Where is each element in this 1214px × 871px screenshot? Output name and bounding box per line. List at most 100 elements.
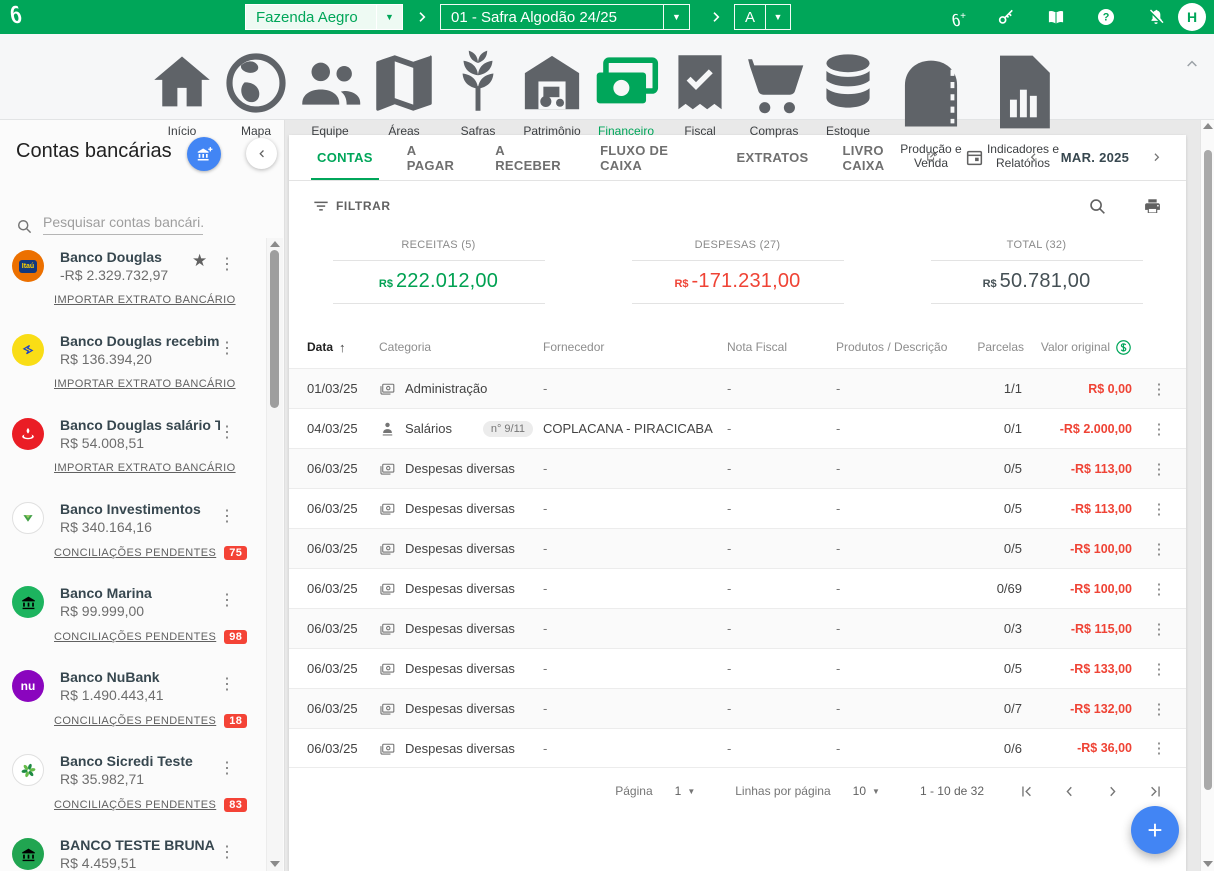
kebab-menu-icon[interactable]: ⋮ (219, 674, 235, 694)
import-statement-link[interactable]: IMPORTAR EXTRATO BANCÁRIO (54, 462, 236, 474)
kebab-menu-icon[interactable]: ⋮ (219, 842, 235, 862)
scroll-down-icon[interactable] (270, 861, 280, 867)
window-scrollbar[interactable] (1200, 120, 1214, 871)
kebab-menu-icon[interactable]: ⋮ (1132, 739, 1186, 757)
help-icon[interactable]: ? (1096, 7, 1116, 27)
table-row[interactable]: 06/03/25Despesas diversas---0/5-R$ 113,0… (289, 448, 1186, 488)
search-icon[interactable] (1088, 197, 1107, 216)
table-row[interactable]: 06/03/25Despesas diversas---0/69-R$ 100,… (289, 568, 1186, 608)
nav-item-money[interactable]: Financeiro (589, 46, 663, 171)
scrollbar-thumb[interactable] (1204, 150, 1212, 790)
first-page-icon[interactable] (1018, 783, 1035, 800)
cell-products: - (836, 501, 966, 516)
column-header: Nota Fiscal (727, 340, 836, 354)
kebab-menu-icon[interactable]: ⋮ (219, 506, 235, 526)
user-avatar[interactable]: H (1178, 3, 1206, 31)
table-row[interactable]: 01/03/25Administração---1/1R$ 0,00⋮ (289, 368, 1186, 408)
table-row[interactable]: 06/03/25Despesas diversas---0/5-R$ 100,0… (289, 528, 1186, 568)
next-page-icon[interactable] (1104, 783, 1121, 800)
category-name: Despesas diversas (405, 501, 515, 516)
kebab-menu-icon[interactable]: ⋮ (219, 590, 235, 610)
sort-ascending-icon[interactable]: ↑ (339, 340, 346, 355)
filter-button[interactable]: FILTRAR (313, 199, 391, 213)
page-select[interactable]: 1▼ (675, 784, 696, 798)
scrollbar-thumb[interactable] (270, 250, 279, 408)
cell-category: Despesas diversas (379, 460, 543, 477)
bank-account-item[interactable]: ItaúBanco Douglas-R$ 2.329.732,97★⋮IMPOR… (12, 244, 262, 328)
table-row[interactable]: 06/03/25Despesas diversas---0/6-R$ 36,00… (289, 728, 1186, 768)
pending-reconciliations-link[interactable]: CONCILIAÇÕES PENDENTES (54, 799, 216, 811)
nav-item-map[interactable]: Áreas (367, 46, 441, 171)
bank-account-item[interactable]: ill="#fff">BANCO TESTE BRUNAR$ 4.459,51⋮ (12, 832, 262, 871)
nav-item-receipt[interactable]: Fiscal (663, 46, 737, 171)
previous-page-icon[interactable] (1061, 783, 1078, 800)
book-icon[interactable] (1046, 7, 1066, 27)
nav-item-barn[interactable]: Patrimônio (515, 46, 589, 171)
nav-item-report[interactable]: Indicadores e Relatórios (977, 46, 1069, 171)
notifications-off-icon[interactable] (1146, 7, 1166, 27)
rows-per-page-select[interactable]: 10▼ (853, 784, 880, 798)
chevron-down-icon[interactable]: ▼ (765, 5, 790, 29)
bank-account-item[interactable]: Banco Douglas salário Ti...R$ 54.008,51⋮… (12, 412, 262, 496)
bank-account-item[interactable]: ill="#fff">Banco MarinaR$ 99.999,00⋮CONC… (12, 580, 262, 664)
kebab-menu-icon[interactable]: ⋮ (1132, 380, 1186, 398)
scroll-up-icon[interactable] (1203, 123, 1213, 129)
scroll-up-icon[interactable] (270, 241, 280, 247)
cell-invoice: - (727, 741, 836, 756)
nav-item-silo[interactable]: Produção e Venda (885, 46, 977, 171)
plot-selector[interactable]: A ▼ (734, 4, 791, 30)
bank-account-item[interactable]: Banco Douglas recebime...R$ 136.394,20⋮I… (12, 328, 262, 412)
kebab-menu-icon[interactable]: ⋮ (1132, 620, 1186, 638)
column-header-data[interactable]: Data↑ (307, 340, 379, 355)
nav-item-wheat[interactable]: Safras (441, 46, 515, 171)
import-statement-link[interactable]: IMPORTAR EXTRATO BANCÁRIO (54, 294, 236, 306)
sidebar-scrollbar[interactable] (266, 238, 283, 871)
import-statement-link[interactable]: IMPORTAR EXTRATO BANCÁRIO (54, 378, 236, 390)
table-row[interactable]: 04/03/25Saláriosn° 9/11COPLACANA - PIRAC… (289, 408, 1186, 448)
table-row[interactable]: 06/03/25Despesas diversas---0/5-R$ 113,0… (289, 488, 1186, 528)
table-row[interactable]: 06/03/25Despesas diversas---0/7-R$ 132,0… (289, 688, 1186, 728)
nav-item-people[interactable]: Equipe (293, 46, 367, 171)
column-header-parcelas: Parcelas (966, 340, 1024, 354)
kebab-menu-icon[interactable]: ⋮ (219, 254, 235, 274)
nav-item-database[interactable]: Estoque (811, 46, 885, 171)
season-selector[interactable]: 01 - Safra Algodão 24/25 ▼ (440, 4, 690, 30)
last-page-icon[interactable] (1147, 783, 1164, 800)
table-row[interactable]: 06/03/25Despesas diversas---0/5-R$ 133,0… (289, 648, 1186, 688)
chevron-down-icon[interactable]: ▼ (663, 5, 689, 29)
nav-item-home[interactable]: Início (145, 46, 219, 171)
kebab-menu-icon[interactable]: ⋮ (1132, 660, 1186, 678)
farm-selector[interactable]: Fazenda Aegro ▼ (245, 4, 403, 30)
kebab-menu-icon[interactable]: ⋮ (219, 422, 235, 442)
kebab-menu-icon[interactable]: ⋮ (1132, 460, 1186, 478)
chevron-down-icon[interactable]: ▼ (376, 5, 402, 29)
bank-account-item[interactable]: nuBanco NuBankR$ 1.490.443,41⋮CONCILIAÇÕ… (12, 664, 262, 748)
print-icon[interactable] (1143, 197, 1162, 216)
pending-reconciliations-link[interactable]: CONCILIAÇÕES PENDENTES (54, 715, 216, 727)
key-icon[interactable] (996, 7, 1016, 27)
aegro-plus-icon[interactable]: ∂+ (952, 7, 966, 27)
bruna-logo-icon: ill="#fff"> (12, 838, 44, 870)
star-icon[interactable]: ★ (192, 251, 207, 271)
nav-item-cart[interactable]: Compras (737, 46, 811, 171)
kebab-menu-icon[interactable]: ⋮ (1132, 540, 1186, 558)
bb-logo-icon (12, 334, 44, 366)
collapse-nav-icon[interactable] (1184, 56, 1200, 72)
pending-reconciliations-link[interactable]: CONCILIAÇÕES PENDENTES (54, 547, 216, 559)
nav-item-globe[interactable]: Mapa (219, 46, 293, 171)
bank-account-item[interactable]: Banco InvestimentosR$ 340.164,16⋮CONCILI… (12, 496, 262, 580)
kebab-menu-icon[interactable]: ⋮ (1132, 580, 1186, 598)
kebab-menu-icon[interactable]: ⋮ (219, 758, 235, 778)
scroll-down-icon[interactable] (1203, 861, 1213, 867)
kebab-menu-icon[interactable]: ⋮ (1132, 500, 1186, 518)
category-name: Despesas diversas (405, 661, 515, 676)
add-transaction-fab[interactable]: + (1131, 806, 1179, 854)
bank-account-item[interactable]: Banco Sicredi TesteR$ 35.982,71⋮CONCILIA… (12, 748, 262, 832)
summary-negative: DESPESAS (27)R$-171.231,00 (588, 239, 887, 304)
table-row[interactable]: 06/03/25Despesas diversas---0/3-R$ 115,0… (289, 608, 1186, 648)
kebab-menu-icon[interactable]: ⋮ (219, 338, 235, 358)
kebab-menu-icon[interactable]: ⋮ (1132, 700, 1186, 718)
kebab-menu-icon[interactable]: ⋮ (1132, 420, 1186, 438)
search-accounts-input[interactable] (43, 212, 203, 235)
pending-reconciliations-link[interactable]: CONCILIAÇÕES PENDENTES (54, 631, 216, 643)
